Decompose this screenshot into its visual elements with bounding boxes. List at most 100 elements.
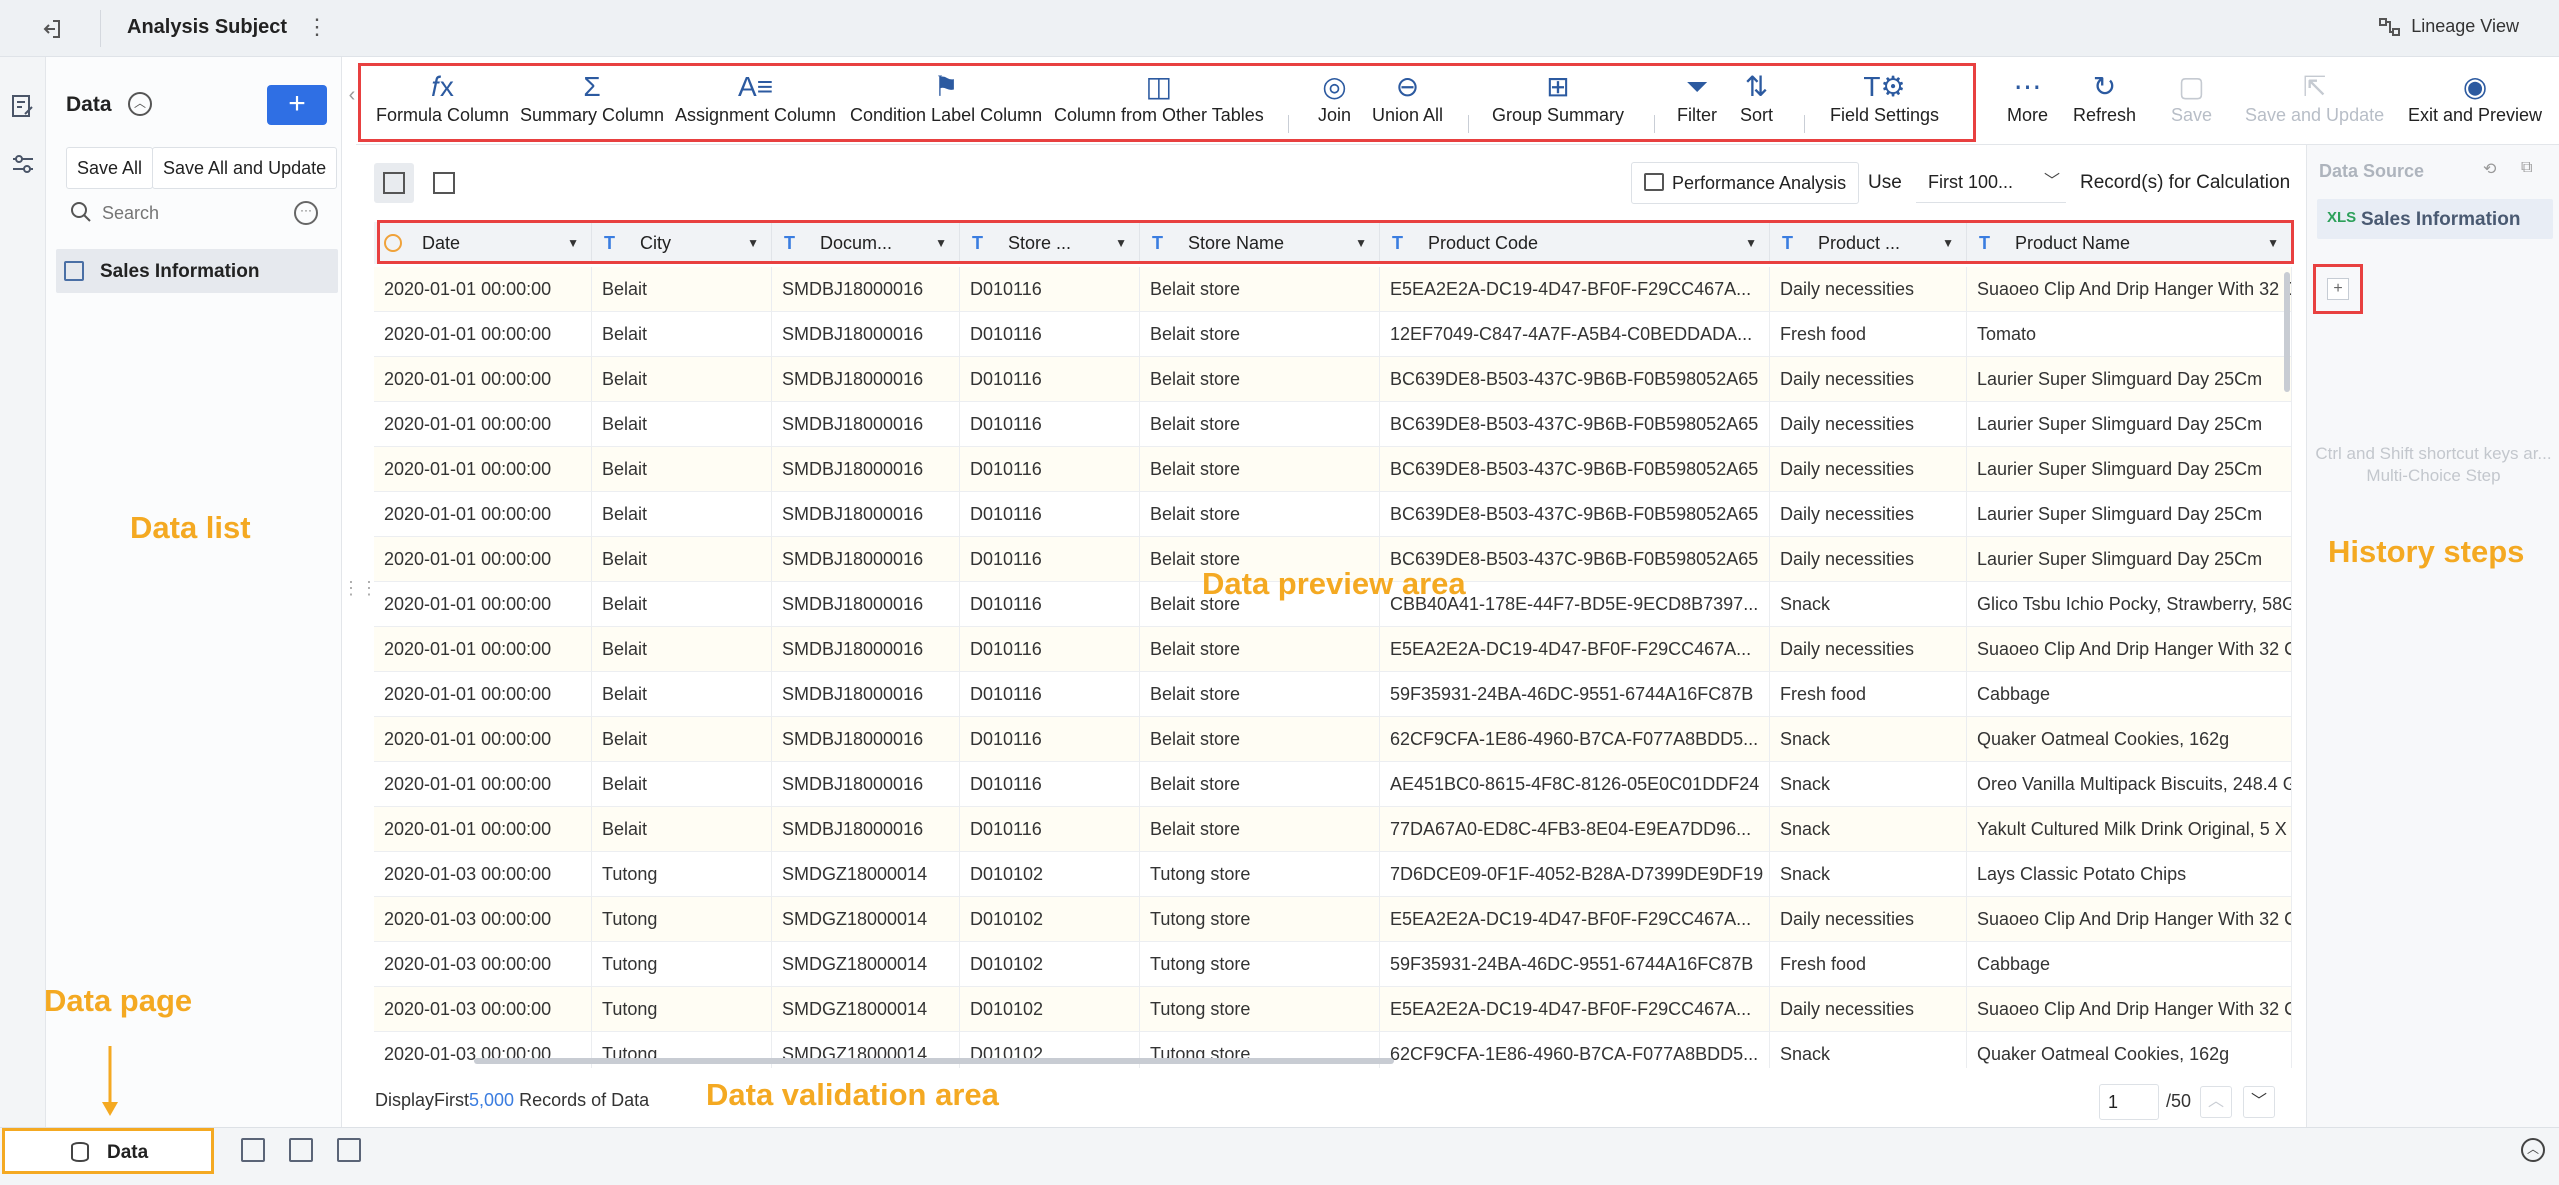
table-cell[interactable]: SMDGZ18000014 xyxy=(772,987,960,1032)
table-cell[interactable]: 2020-01-01 00:00:00 xyxy=(374,537,592,582)
table-cell[interactable]: BC639DE8-B503-437C-9B6B-F0B598052A65 xyxy=(1380,402,1770,447)
table-cell[interactable]: 2020-01-01 00:00:00 xyxy=(374,672,592,717)
table-row[interactable]: 2020-01-01 00:00:00 Belait SMDBJ18000016 D0… xyxy=(374,312,2292,357)
table-cell[interactable]: Belait store xyxy=(1140,807,1380,852)
table-cell[interactable]: D010102 xyxy=(960,942,1140,987)
table-cell[interactable]: D010116 xyxy=(960,807,1140,852)
table-cell[interactable]: Belait store xyxy=(1140,717,1380,762)
table-cell[interactable]: 2020-01-01 00:00:00 xyxy=(374,807,592,852)
table-cell[interactable]: SMDBJ18000016 xyxy=(772,537,960,582)
condition-label-column-button[interactable]: ⚑ Condition Label Column xyxy=(850,69,1042,126)
table-cell[interactable]: D010116 xyxy=(960,627,1140,672)
table-cell[interactable]: SMDBJ18000016 xyxy=(772,807,960,852)
table-cell[interactable]: Suaoeo Clip And Drip Hanger With 32 Cl xyxy=(1967,897,2292,942)
table-cell[interactable]: Daily necessities xyxy=(1770,987,1967,1032)
kebab-menu-icon[interactable]: ⋮ xyxy=(306,14,328,40)
table-cell[interactable]: Suaoeo Clip And Drip Hanger With 32 Cl xyxy=(1967,987,2292,1032)
table-cell[interactable]: Glico Tsbu Ichio Pocky, Strawberry, 58G xyxy=(1967,582,2292,627)
table-cell[interactable]: Suaoeo Clip And Drip Hanger With 32 Cl xyxy=(1967,267,2292,312)
table-cell[interactable]: Daily necessities xyxy=(1770,627,1967,672)
table-cell[interactable]: Yakult Cultured Milk Drink Original, 5 X… xyxy=(1967,807,2292,852)
table-cell[interactable]: Suaoeo Clip And Drip Hanger With 32 Cl xyxy=(1967,627,2292,672)
table-cell[interactable]: Cabbage xyxy=(1967,672,2292,717)
expand-icon[interactable]: ⧉ xyxy=(2521,159,2543,181)
table-cell[interactable]: Belait xyxy=(592,267,772,312)
table-row[interactable]: 2020-01-01 00:00:00 Belait SMDBJ18000016 D0… xyxy=(374,492,2292,537)
history-step[interactable]: XLS Sales Information xyxy=(2317,199,2553,239)
table-cell[interactable]: 2020-01-01 00:00:00 xyxy=(374,267,592,312)
table-cell[interactable]: D010116 xyxy=(960,717,1140,762)
table-cell[interactable]: Belait xyxy=(592,582,772,627)
table-cell[interactable]: Tutong xyxy=(592,852,772,897)
sort-button[interactable]: ⇅ Sort xyxy=(1740,69,1773,126)
union-all-button[interactable]: ⊖ Union All xyxy=(1372,69,1443,126)
table-cell[interactable]: SMDBJ18000016 xyxy=(772,267,960,312)
add-data-button[interactable]: + xyxy=(267,85,327,125)
table-cell[interactable]: Daily necessities xyxy=(1770,537,1967,582)
table-cell[interactable]: D010102 xyxy=(960,987,1140,1032)
table-row[interactable]: 2020-01-01 00:00:00 Belait SMDBJ18000016 D0… xyxy=(374,357,2292,402)
table-cell[interactable]: Quaker Oatmeal Cookies, 162g xyxy=(1967,717,2292,762)
add-step-button[interactable]: + xyxy=(2327,278,2349,300)
table-cell[interactable]: 62CF9CFA-1E86-4960-B7CA-F077A8BDD5... xyxy=(1380,1032,1770,1068)
table-cell[interactable]: Belait xyxy=(592,672,772,717)
group-summary-button[interactable]: ⊞ Group Summary xyxy=(1492,69,1624,126)
table-cell[interactable]: Daily necessities xyxy=(1770,897,1967,942)
vertical-scrollbar[interactable] xyxy=(2284,272,2290,392)
table-cell[interactable]: 2020-01-03 00:00:00 xyxy=(374,897,592,942)
table-cell[interactable]: Snack xyxy=(1770,852,1967,897)
table-row[interactable]: 2020-01-01 00:00:00 Belait SMDBJ18000016 D0… xyxy=(374,717,2292,762)
table-cell[interactable]: 12EF7049-C847-4A7F-A5B4-C0BEDDADA... xyxy=(1380,312,1770,357)
table-row[interactable]: 2020-01-01 00:00:00 Belait SMDBJ18000016 D0… xyxy=(374,627,2292,672)
table-cell[interactable]: 2020-01-01 00:00:00 xyxy=(374,357,592,402)
table-cell[interactable]: D010116 xyxy=(960,357,1140,402)
table-cell[interactable]: Belait xyxy=(592,537,772,582)
table-cell[interactable]: SMDGZ18000014 xyxy=(772,897,960,942)
record-count-select[interactable]: First 100... ﹀ xyxy=(1916,161,2066,203)
table-cell[interactable]: Laurier Super Slimguard Day 25Cm xyxy=(1967,447,2292,492)
table-cell[interactable]: SMDBJ18000016 xyxy=(772,357,960,402)
table-row[interactable]: 2020-01-01 00:00:00 Belait SMDBJ18000016 D0… xyxy=(374,267,2292,312)
table-cell[interactable]: D010116 xyxy=(960,447,1140,492)
refresh-button[interactable]: ↻ Refresh xyxy=(2073,69,2136,126)
table-cell[interactable]: 59F35931-24BA-46DC-9551-6744A16FC87B xyxy=(1380,942,1770,987)
table-cell[interactable]: SMDBJ18000016 xyxy=(772,447,960,492)
table-cell[interactable]: SMDBJ18000016 xyxy=(772,672,960,717)
table-row[interactable]: 2020-01-01 00:00:00 Belait SMDBJ18000016 D0… xyxy=(374,447,2292,492)
table-cell[interactable]: Belait store xyxy=(1140,357,1380,402)
table-cell[interactable]: Tomato xyxy=(1967,312,2292,357)
add-chart-icon[interactable] xyxy=(289,1138,313,1162)
table-cell[interactable]: Daily necessities xyxy=(1770,357,1967,402)
table-cell[interactable]: Tutong xyxy=(592,897,772,942)
table-cell[interactable]: D010116 xyxy=(960,762,1140,807)
table-row[interactable]: 2020-01-03 00:00:00 Tutong SMDGZ18000014 D0… xyxy=(374,987,2292,1032)
table-cell[interactable]: E5EA2E2A-DC19-4D47-BF0F-F29CC467A... xyxy=(1380,897,1770,942)
lineage-view-button[interactable]: Lineage View xyxy=(2379,16,2519,37)
data-page-tab[interactable]: Data xyxy=(2,1128,214,1174)
table-cell[interactable]: Snack xyxy=(1770,1032,1967,1068)
table-row[interactable]: 2020-01-03 00:00:00 Tutong SMDGZ18000014 D0… xyxy=(374,852,2292,897)
table-cell[interactable]: D010116 xyxy=(960,402,1140,447)
table-cell[interactable]: Fresh food xyxy=(1770,672,1967,717)
table-cell[interactable]: 59F35931-24BA-46DC-9551-6744A16FC87B xyxy=(1380,672,1770,717)
save-and-update-button[interactable]: ⇱ Save and Update xyxy=(2245,69,2384,126)
table-cell[interactable]: Belait store xyxy=(1140,312,1380,357)
table-cell[interactable]: Belait store xyxy=(1140,627,1380,672)
table-row[interactable]: 2020-01-01 00:00:00 Belait SMDBJ18000016 D0… xyxy=(374,672,2292,717)
table-cell[interactable]: Belait store xyxy=(1140,762,1380,807)
table-cell[interactable]: Belait xyxy=(592,447,772,492)
table-cell[interactable]: Belait xyxy=(592,807,772,852)
table-cell[interactable]: Tutong xyxy=(592,942,772,987)
table-cell[interactable]: Daily necessities xyxy=(1770,447,1967,492)
table-cell[interactable]: SMDBJ18000016 xyxy=(772,762,960,807)
table-cell[interactable]: Belait store xyxy=(1140,492,1380,537)
table-cell[interactable]: D010116 xyxy=(960,492,1140,537)
table-cell[interactable]: 2020-01-01 00:00:00 xyxy=(374,762,592,807)
previous-page-button[interactable]: ︿ xyxy=(2200,1086,2232,1118)
search-input[interactable] xyxy=(102,197,282,229)
table-cell[interactable]: SMDBJ18000016 xyxy=(772,492,960,537)
table-cell[interactable]: E5EA2E2A-DC19-4D47-BF0F-F29CC467A... xyxy=(1380,627,1770,672)
table-cell[interactable]: Laurier Super Slimguard Day 25Cm xyxy=(1967,357,2292,402)
table-cell[interactable]: Tutong xyxy=(592,987,772,1032)
next-page-button[interactable]: ﹀ xyxy=(2243,1086,2275,1118)
